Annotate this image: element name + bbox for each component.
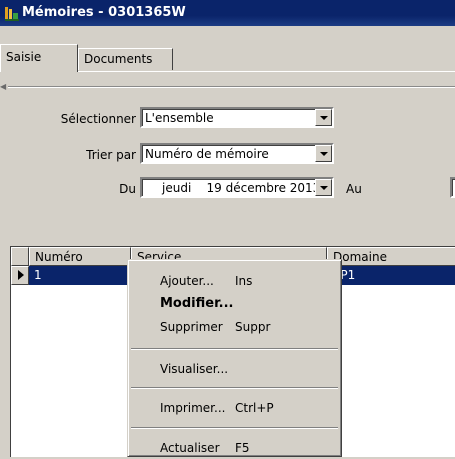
menu-item-label: Modifier... xyxy=(160,296,234,311)
au-label: Au xyxy=(346,182,362,196)
menu-separator xyxy=(131,387,338,389)
trier-par-label: Trier par xyxy=(86,148,136,162)
menu-item-imprimer[interactable]: Imprimer... Ctrl+P xyxy=(130,395,339,419)
menu-item-label: Supprimer xyxy=(160,320,223,334)
menu-item-supprimer[interactable]: Supprimer Suppr xyxy=(130,314,339,338)
menu-item-shortcut: Suppr xyxy=(235,320,271,334)
menu-item-shortcut: Ins xyxy=(235,274,253,288)
chevron-down-icon[interactable] xyxy=(315,179,332,196)
chevron-down-icon[interactable] xyxy=(315,109,332,126)
tab-documents[interactable]: Documents xyxy=(78,48,173,70)
cell-domaine[interactable]: CP1 xyxy=(327,266,455,285)
menu-item-label: Actualiser xyxy=(160,441,220,455)
menu-item-shortcut: F5 xyxy=(235,441,250,455)
cell-numero[interactable]: 1 xyxy=(29,266,131,285)
menu-item-label: Ajouter... xyxy=(160,274,214,288)
title-bar: Mémoires - 0301365W xyxy=(0,0,455,26)
du-label: Du xyxy=(119,182,136,196)
tab-strip: Saisie Documents xyxy=(0,44,455,72)
menu-separator xyxy=(131,427,338,429)
app-logo-icon xyxy=(5,7,19,21)
du-date-value: jeudi 19 décembre 2013 xyxy=(162,181,321,195)
menu-item-label: Visualiser... xyxy=(160,362,229,376)
row-pointer-icon xyxy=(11,266,29,285)
tab-saisie[interactable]: Saisie xyxy=(0,44,78,72)
menu-item-visualiser[interactable]: Visualiser... xyxy=(130,356,339,380)
trier-par-value: Numéro de mémoire xyxy=(145,147,269,161)
context-menu: Ajouter... Ins Modifier... Supprimer Sup… xyxy=(127,259,342,457)
column-header-domaine[interactable]: Domaine xyxy=(327,247,455,266)
collapse-arrow-icon[interactable]: ◀ xyxy=(0,83,6,91)
selectionner-label: Sélectionner xyxy=(60,112,136,126)
splitter-line xyxy=(8,86,455,88)
collapse-splitter[interactable]: ◀ xyxy=(0,83,455,91)
selectionner-value: L'ensemble xyxy=(145,111,214,125)
header-indicator-cell xyxy=(11,247,29,266)
du-date-picker[interactable]: jeudi 19 décembre 2013 xyxy=(140,177,334,198)
chevron-down-icon[interactable] xyxy=(315,145,332,162)
menu-item-label: Imprimer... xyxy=(160,401,226,415)
au-date-picker[interactable] xyxy=(450,177,455,198)
menu-item-modifier[interactable]: Modifier... xyxy=(130,290,339,314)
menu-item-shortcut: Ctrl+P xyxy=(235,401,274,415)
menu-item-ajouter[interactable]: Ajouter... Ins xyxy=(130,268,339,292)
window-title: Mémoires - 0301365W xyxy=(22,5,186,20)
menu-item-actualiser[interactable]: Actualiser F5 xyxy=(130,435,339,459)
selectionner-dropdown[interactable]: L'ensemble xyxy=(140,107,334,128)
trier-par-dropdown[interactable]: Numéro de mémoire xyxy=(140,143,334,164)
column-header-numero[interactable]: Numéro xyxy=(29,247,131,266)
menu-separator xyxy=(131,348,338,350)
